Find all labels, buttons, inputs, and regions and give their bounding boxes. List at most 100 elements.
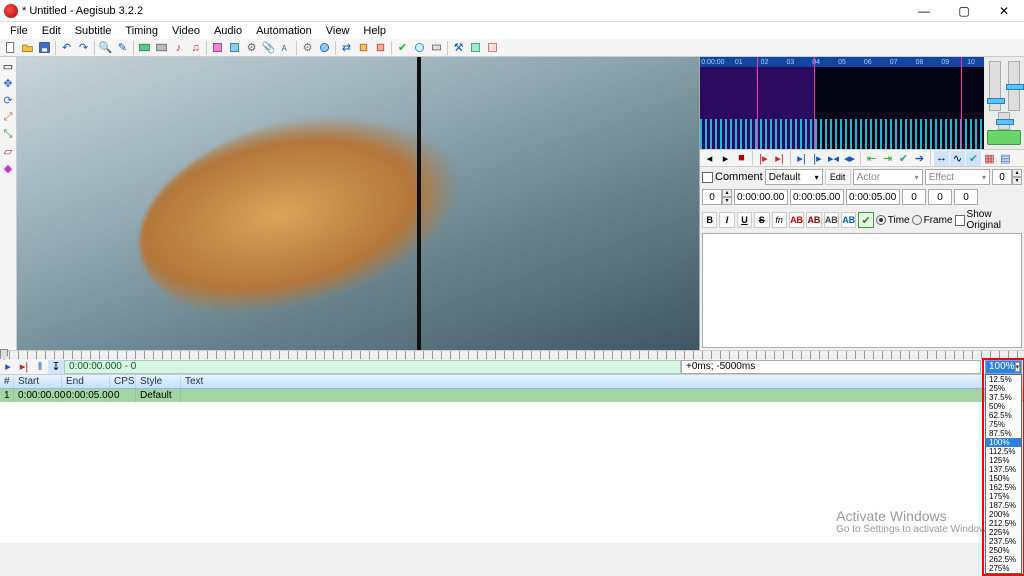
zoom-option[interactable]: 125% — [986, 456, 1021, 465]
zoom-option[interactable]: 137.5% — [986, 465, 1021, 474]
bold-button[interactable]: B — [702, 212, 717, 228]
options-icon[interactable]: ⚒ — [450, 40, 467, 56]
commit-text-button[interactable]: ✔ — [858, 212, 873, 228]
margin-l-input[interactable] — [902, 189, 926, 205]
time-radio[interactable]: Time — [876, 215, 910, 226]
commit-audio-icon[interactable]: ✔ — [896, 151, 911, 166]
italic-button[interactable]: I — [719, 212, 734, 228]
table-row[interactable]: 1 0:00:00.00 0:00:05.00 0 Default — [0, 389, 1024, 402]
save-file-icon[interactable] — [36, 40, 53, 56]
effect-combo[interactable]: Effect▾ — [925, 169, 990, 185]
zoom-option[interactable]: 225% — [986, 528, 1021, 537]
menu-help[interactable]: Help — [357, 24, 392, 38]
start-time-input[interactable] — [734, 189, 788, 205]
col-start[interactable]: Start — [14, 375, 62, 388]
play-sel-end-icon[interactable]: ▸| — [772, 151, 787, 166]
zoom-option[interactable]: 262.5% — [986, 555, 1021, 564]
zoom-option[interactable]: 237.5% — [986, 537, 1021, 546]
menu-view[interactable]: View — [320, 24, 356, 38]
play-first-icon[interactable]: ▸◂ — [826, 151, 841, 166]
menu-file[interactable]: File — [4, 24, 34, 38]
clip-vector-icon[interactable]: ◆ — [1, 161, 16, 176]
spellcheck-icon[interactable]: ✔ — [394, 40, 411, 56]
audio-spectrogram[interactable]: 0:00:0001020304050607080910 — [700, 57, 984, 149]
layer-spin[interactable]: ▴▾ — [702, 189, 732, 205]
underline-button[interactable]: U — [737, 212, 752, 228]
toggle-icon[interactable] — [484, 40, 501, 56]
zoom-option[interactable]: 287.5% — [986, 573, 1021, 576]
drag-tool-icon[interactable]: ✥ — [1, 76, 16, 91]
zoom-dropdown-list[interactable]: 12.5%25%37.5%50%62.5%75%87.5%100%112.5%1… — [985, 374, 1022, 574]
spectrum-mode-icon[interactable]: ∿ — [950, 151, 965, 166]
zoom-combo[interactable]: 100% ▾ — [985, 360, 1022, 374]
zoom-option[interactable]: 50% — [986, 402, 1021, 411]
video-play-icon[interactable]: ▸ — [0, 360, 16, 374]
color4-button[interactable]: AB — [841, 212, 856, 228]
redo-icon[interactable]: ↷ — [75, 40, 92, 56]
audio-prev-icon[interactable]: ◂ — [702, 151, 717, 166]
properties-icon[interactable]: ⚙ — [243, 40, 260, 56]
horiz-zoom-slider[interactable] — [989, 61, 1001, 111]
zoom-option[interactable]: 62.5% — [986, 411, 1021, 420]
menu-audio[interactable]: Audio — [208, 24, 248, 38]
zoom-option[interactable]: 150% — [986, 474, 1021, 483]
goto-icon[interactable]: ➔ — [912, 151, 927, 166]
ass-draw-icon[interactable] — [316, 40, 333, 56]
audio-from-video-icon[interactable]: ♫ — [187, 40, 204, 56]
rotate-xy-icon[interactable]: ⤢ — [1, 110, 16, 125]
undo-icon[interactable]: ↶ — [58, 40, 75, 56]
std-tool-icon[interactable]: ▭ — [1, 59, 16, 74]
zoom-option[interactable]: 100% — [986, 438, 1021, 447]
show-original-checkbox[interactable] — [955, 215, 965, 226]
zoom-option[interactable]: 200% — [986, 510, 1021, 519]
close-video-icon[interactable] — [153, 40, 170, 56]
video-pause-icon[interactable]: ‖ — [32, 360, 48, 374]
minimize-button[interactable]: — — [904, 0, 944, 22]
automation-icon[interactable]: ⚙ — [299, 40, 316, 56]
find-icon[interactable]: 🔍 — [97, 40, 114, 56]
zoom-option[interactable]: 37.5% — [986, 393, 1021, 402]
color1-button[interactable]: AB — [789, 212, 804, 228]
clip-rect-icon[interactable]: ▱ — [1, 144, 16, 159]
actor-combo[interactable]: Actor▾ — [853, 169, 923, 185]
play-last-icon[interactable]: ◂▸ — [842, 151, 857, 166]
font-button[interactable]: fn — [772, 212, 787, 228]
audio-play-icon[interactable]: ▸ — [718, 151, 733, 166]
end-time-input[interactable] — [790, 189, 844, 205]
duration-input[interactable] — [846, 189, 900, 205]
replace-icon[interactable]: ✎ — [114, 40, 131, 56]
margin-r-input[interactable] — [928, 189, 952, 205]
zoom-option[interactable]: 175% — [986, 492, 1021, 501]
play-sel-start-icon[interactable]: |▸ — [756, 151, 771, 166]
menu-video[interactable]: Video — [166, 24, 206, 38]
lead-out-icon[interactable]: ⇥ — [880, 151, 895, 166]
close-button[interactable]: ✕ — [984, 0, 1024, 22]
next-on-commit-icon[interactable]: ▦ — [982, 151, 997, 166]
vert-zoom-slider[interactable] — [1008, 61, 1020, 111]
zoom-option[interactable]: 212.5% — [986, 519, 1021, 528]
auto-scroll-icon[interactable]: ↔ — [934, 151, 949, 166]
color2-button[interactable]: AB — [806, 212, 821, 228]
zoom-option[interactable]: 250% — [986, 546, 1021, 555]
shift-times-icon[interactable] — [209, 40, 226, 56]
menu-edit[interactable]: Edit — [36, 24, 67, 38]
video-play-line-icon[interactable]: ▸| — [16, 360, 32, 374]
play-before-icon[interactable]: ▸| — [794, 151, 809, 166]
menu-subtitle[interactable]: Subtitle — [69, 24, 118, 38]
margin-v-input[interactable] — [954, 189, 978, 205]
subtitle-text-area[interactable] — [702, 233, 1022, 348]
menu-timing[interactable]: Timing — [119, 24, 164, 38]
attachments-icon[interactable]: 📎 — [260, 40, 277, 56]
kanji-timer-icon[interactable] — [372, 40, 389, 56]
rotate-z-icon[interactable]: ⟳ — [1, 93, 16, 108]
col-number[interactable]: # — [0, 375, 14, 388]
audio-commit-button[interactable] — [987, 130, 1021, 145]
audio-stop-icon[interactable]: ■ — [734, 151, 749, 166]
col-end[interactable]: End — [62, 375, 110, 388]
zoom-option[interactable]: 12.5% — [986, 375, 1021, 384]
strike-button[interactable]: S — [754, 212, 769, 228]
auto-commit-icon[interactable]: ✔ — [966, 151, 981, 166]
menu-automation[interactable]: Automation — [250, 24, 318, 38]
new-file-icon[interactable] — [2, 40, 19, 56]
translation-icon[interactable] — [411, 40, 428, 56]
